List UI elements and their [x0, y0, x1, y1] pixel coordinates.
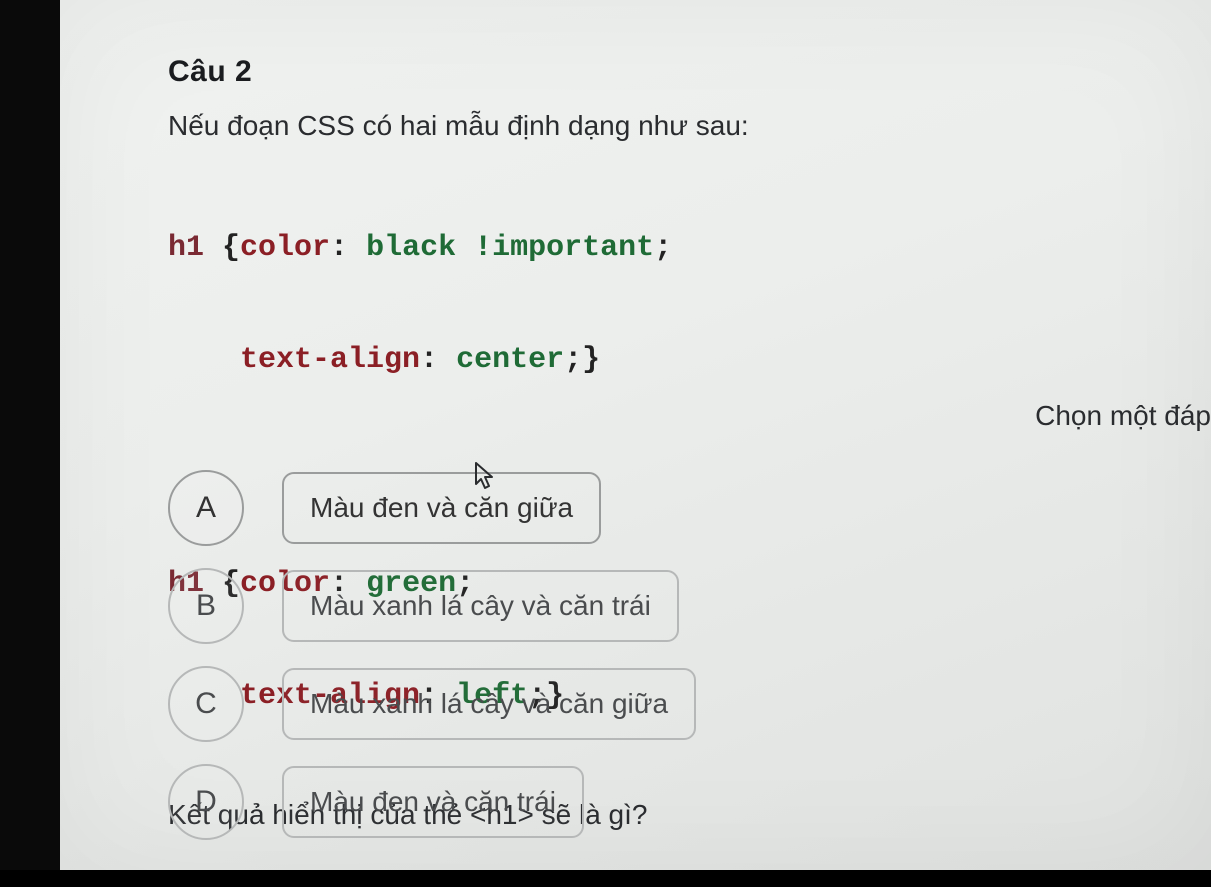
code-token: ; [564, 343, 582, 377]
option-letter: A [168, 470, 244, 546]
instruction-text: Chọn một đáp [1015, 400, 1211, 432]
screen-bezel-left [0, 0, 60, 887]
code-token: black !important [366, 231, 654, 265]
code-token: : [330, 231, 366, 265]
code-token: ; [654, 231, 672, 265]
option-text: Màu xanh lá cây và căn giữa [282, 668, 696, 740]
code-token: center [456, 343, 564, 377]
option-a[interactable]: A Màu đen và căn giữa [168, 470, 696, 546]
option-text: Màu xanh lá cây và căn trái [282, 570, 679, 642]
question-title: Câu 2 [168, 55, 1211, 89]
option-letter: C [168, 666, 244, 742]
code-token: } [582, 343, 600, 377]
option-text: Màu đen và căn trái [282, 766, 584, 838]
option-b[interactable]: B Màu xanh lá cây và căn trái [168, 568, 696, 644]
quiz-page: Câu 2 Nếu đoạn CSS có hai mẫu định dạng … [60, 0, 1211, 870]
options-container: A Màu đen và căn giữa B Màu xanh lá cây … [168, 470, 696, 862]
option-letter: B [168, 568, 244, 644]
option-text: Màu đen và căn giữa [282, 472, 601, 544]
code-token: color [240, 231, 330, 265]
code-token: text-align [240, 343, 420, 377]
screen-bezel-bottom [0, 870, 1211, 887]
code-token: : [420, 343, 456, 377]
option-c[interactable]: C Màu xanh lá cây và căn giữa [168, 666, 696, 742]
question-intro: Nếu đoạn CSS có hai mẫu định dạng như sa… [168, 107, 1211, 145]
code-token: { [204, 231, 240, 265]
option-letter: D [168, 764, 244, 840]
code-token: h1 [168, 231, 204, 265]
option-d[interactable]: D Màu đen và căn trái [168, 764, 696, 840]
